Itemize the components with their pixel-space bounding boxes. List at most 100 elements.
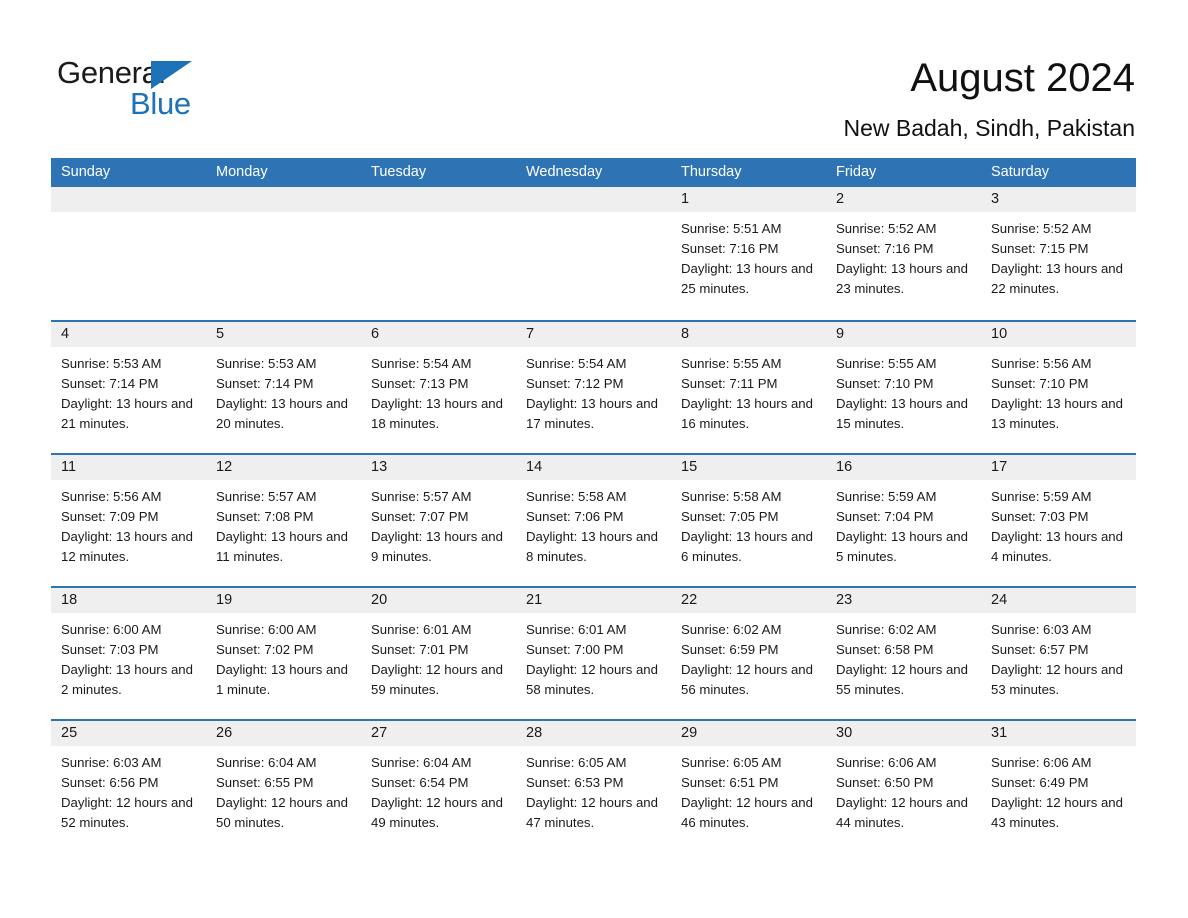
day-number: [206, 187, 361, 212]
sunset-text: Sunset: 7:10 PM: [991, 376, 1089, 391]
day-number: 11: [51, 455, 206, 480]
calendar-day-cell[interactable]: 20 Sunrise: 6:01 AM Sunset: 7:01 PM Dayligh…: [361, 588, 516, 719]
sunrise-text: Sunrise: 5:53 AM: [61, 356, 162, 371]
sunset-text: Sunset: 7:01 PM: [371, 642, 469, 657]
daylight-text: Daylight: 12 hours and 49 minutes.: [371, 795, 503, 830]
daylight-text: Daylight: 13 hours and 18 minutes.: [371, 396, 503, 431]
calendar-day-cell[interactable]: 8 Sunrise: 5:55 AM Sunset: 7:11 PM Daylight…: [671, 322, 826, 453]
calendar-day-cell[interactable]: 10 Sunrise: 5:56 AM Sunset: 7:10 PM Dayligh…: [981, 322, 1136, 453]
sunrise-text: Sunrise: 5:57 AM: [371, 489, 472, 504]
day-number: 16: [826, 455, 981, 480]
calendar-day-cell[interactable]: 22 Sunrise: 6:02 AM Sunset: 6:59 PM Dayligh…: [671, 588, 826, 719]
day-details: Sunrise: 6:03 AM Sunset: 6:57 PM Daylight:…: [981, 613, 1136, 700]
day-number: [516, 187, 671, 212]
calendar-day-cell[interactable]: 26 Sunrise: 6:04 AM Sunset: 6:55 PM Dayligh…: [206, 721, 361, 852]
sunrise-text: Sunrise: 5:58 AM: [681, 489, 782, 504]
calendar-day-cell[interactable]: 29 Sunrise: 6:05 AM Sunset: 6:51 PM Dayligh…: [671, 721, 826, 852]
calendar-day-cell-empty: [361, 187, 516, 320]
calendar-day-cell[interactable]: 21 Sunrise: 6:01 AM Sunset: 7:00 PM Dayligh…: [516, 588, 671, 719]
sunset-text: Sunset: 7:13 PM: [371, 376, 469, 391]
day-details: Sunrise: 5:52 AM Sunset: 7:16 PM Daylight:…: [826, 212, 981, 299]
calendar-day-cell[interactable]: 4 Sunrise: 5:53 AM Sunset: 7:14 PM Daylight…: [51, 322, 206, 453]
calendar-day-cell[interactable]: 23 Sunrise: 6:02 AM Sunset: 6:58 PM Dayligh…: [826, 588, 981, 719]
weekday-header-saturday: Saturday: [991, 164, 1050, 180]
calendar-day-cell[interactable]: 25 Sunrise: 6:03 AM Sunset: 6:56 PM Dayligh…: [51, 721, 206, 852]
day-number: 13: [361, 455, 516, 480]
daylight-text: Daylight: 13 hours and 13 minutes.: [991, 396, 1123, 431]
calendar-day-cell[interactable]: 12 Sunrise: 5:57 AM Sunset: 7:08 PM Dayligh…: [206, 455, 361, 586]
daylight-text: Daylight: 13 hours and 5 minutes.: [836, 529, 968, 564]
calendar-day-cell[interactable]: 19 Sunrise: 6:00 AM Sunset: 7:02 PM Dayligh…: [206, 588, 361, 719]
sunset-text: Sunset: 6:51 PM: [681, 775, 779, 790]
sunset-text: Sunset: 7:14 PM: [61, 376, 159, 391]
calendar-day-cell[interactable]: 2 Sunrise: 5:52 AM Sunset: 7:16 PM Daylight…: [826, 187, 981, 320]
sunrise-text: Sunrise: 5:51 AM: [681, 221, 782, 236]
calendar-day-cell[interactable]: 6 Sunrise: 5:54 AM Sunset: 7:13 PM Daylight…: [361, 322, 516, 453]
weekday-header-friday: Friday: [836, 164, 877, 180]
calendar-day-cell[interactable]: 17 Sunrise: 5:59 AM Sunset: 7:03 PM Dayligh…: [981, 455, 1136, 586]
calendar-day-cell[interactable]: 16 Sunrise: 5:59 AM Sunset: 7:04 PM Dayligh…: [826, 455, 981, 586]
sunset-text: Sunset: 7:04 PM: [836, 509, 934, 524]
sunrise-text: Sunrise: 5:56 AM: [61, 489, 162, 504]
sunrise-text: Sunrise: 6:06 AM: [991, 755, 1092, 770]
daylight-text: Daylight: 12 hours and 59 minutes.: [371, 662, 503, 697]
calendar-day-cell[interactable]: 24 Sunrise: 6:03 AM Sunset: 6:57 PM Dayligh…: [981, 588, 1136, 719]
weekday-header-row: Sunday Monday Tuesday Wednesday Thursday Frid…: [51, 158, 1136, 187]
daylight-text: Daylight: 12 hours and 56 minutes.: [681, 662, 813, 697]
sunrise-text: Sunrise: 5:52 AM: [991, 221, 1092, 236]
location-subtitle: New Badah, Sindh, Pakistan: [843, 115, 1135, 141]
sunset-text: Sunset: 7:09 PM: [61, 509, 159, 524]
sunrise-text: Sunrise: 6:04 AM: [371, 755, 472, 770]
page-header: General Blue August 2024 New Badah, Sind…: [0, 0, 1188, 156]
day-details: Sunrise: 5:57 AM Sunset: 7:08 PM Daylight:…: [206, 480, 361, 567]
calendar-day-cell[interactable]: 14 Sunrise: 5:58 AM Sunset: 7:06 PM Dayligh…: [516, 455, 671, 586]
day-number: 7: [516, 322, 671, 347]
day-number: 19: [206, 588, 361, 613]
day-number: 25: [51, 721, 206, 746]
sunrise-text: Sunrise: 6:00 AM: [61, 622, 162, 637]
daylight-text: Daylight: 12 hours and 44 minutes.: [836, 795, 968, 830]
calendar-day-cell[interactable]: 3 Sunrise: 5:52 AM Sunset: 7:15 PM Daylight…: [981, 187, 1136, 320]
sunrise-text: Sunrise: 5:52 AM: [836, 221, 937, 236]
page-title: August 2024: [910, 56, 1135, 100]
sunrise-text: Sunrise: 5:58 AM: [526, 489, 627, 504]
daylight-text: Daylight: 13 hours and 17 minutes.: [526, 396, 658, 431]
day-details: Sunrise: 6:01 AM Sunset: 7:00 PM Daylight:…: [516, 613, 671, 700]
calendar-week-row: 1 Sunrise: 5:51 AM Sunset: 7:16 PM Daylight…: [51, 187, 1136, 320]
calendar-day-cell[interactable]: 5 Sunrise: 5:53 AM Sunset: 7:14 PM Daylight…: [206, 322, 361, 453]
sunrise-text: Sunrise: 6:03 AM: [61, 755, 162, 770]
calendar-day-cell[interactable]: 1 Sunrise: 5:51 AM Sunset: 7:16 PM Daylight…: [671, 187, 826, 320]
daylight-text: Daylight: 13 hours and 23 minutes.: [836, 261, 968, 296]
daylight-text: Daylight: 13 hours and 12 minutes.: [61, 529, 193, 564]
daylight-text: Daylight: 13 hours and 22 minutes.: [991, 261, 1123, 296]
calendar-day-cell[interactable]: 31 Sunrise: 6:06 AM Sunset: 6:49 PM Dayligh…: [981, 721, 1136, 852]
sunrise-text: Sunrise: 6:06 AM: [836, 755, 937, 770]
brand-name-blue: Blue: [130, 86, 191, 121]
weekday-header-sunday: Sunday: [61, 164, 111, 180]
calendar-day-cell[interactable]: 11 Sunrise: 5:56 AM Sunset: 7:09 PM Dayligh…: [51, 455, 206, 586]
day-number: 15: [671, 455, 826, 480]
day-number: 26: [206, 721, 361, 746]
sunset-text: Sunset: 6:49 PM: [991, 775, 1089, 790]
calendar-day-cell[interactable]: 7 Sunrise: 5:54 AM Sunset: 7:12 PM Daylight…: [516, 322, 671, 453]
daylight-text: Daylight: 13 hours and 6 minutes.: [681, 529, 813, 564]
day-details: Sunrise: 6:06 AM Sunset: 6:50 PM Daylight:…: [826, 746, 981, 833]
calendar-day-cell[interactable]: 9 Sunrise: 5:55 AM Sunset: 7:10 PM Daylight…: [826, 322, 981, 453]
calendar-week-row: 18 Sunrise: 6:00 AM Sunset: 7:03 PM Dayligh…: [51, 586, 1136, 719]
sunrise-text: Sunrise: 5:55 AM: [836, 356, 937, 371]
calendar-day-cell[interactable]: 18 Sunrise: 6:00 AM Sunset: 7:03 PM Dayligh…: [51, 588, 206, 719]
day-number: 28: [516, 721, 671, 746]
sunset-text: Sunset: 6:57 PM: [991, 642, 1089, 657]
calendar-day-cell[interactable]: 28 Sunrise: 6:05 AM Sunset: 6:53 PM Dayligh…: [516, 721, 671, 852]
sunrise-text: Sunrise: 5:59 AM: [836, 489, 937, 504]
day-details: Sunrise: 5:53 AM Sunset: 7:14 PM Daylight:…: [206, 347, 361, 434]
calendar-day-cell[interactable]: 30 Sunrise: 6:06 AM Sunset: 6:50 PM Dayligh…: [826, 721, 981, 852]
brand-logo[interactable]: General Blue: [57, 55, 257, 125]
sunset-text: Sunset: 6:53 PM: [526, 775, 624, 790]
sunset-text: Sunset: 6:58 PM: [836, 642, 934, 657]
calendar-day-cell[interactable]: 27 Sunrise: 6:04 AM Sunset: 6:54 PM Dayligh…: [361, 721, 516, 852]
daylight-text: Daylight: 12 hours and 47 minutes.: [526, 795, 658, 830]
calendar-day-cell[interactable]: 15 Sunrise: 5:58 AM Sunset: 7:05 PM Dayligh…: [671, 455, 826, 586]
calendar-day-cell[interactable]: 13 Sunrise: 5:57 AM Sunset: 7:07 PM Dayligh…: [361, 455, 516, 586]
sunset-text: Sunset: 6:56 PM: [61, 775, 159, 790]
